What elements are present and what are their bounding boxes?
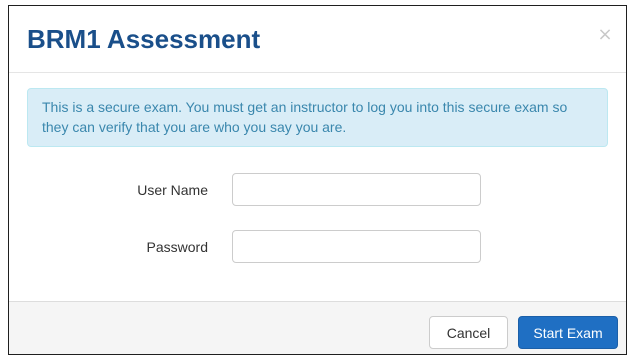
modal-title: BRM1 Assessment bbox=[27, 24, 261, 54]
close-icon[interactable]: × bbox=[596, 26, 614, 44]
modal-header: BRM1 Assessment × bbox=[9, 6, 626, 73]
secure-exam-alert: This is a secure exam. You must get an i… bbox=[27, 88, 608, 147]
cancel-button[interactable]: Cancel bbox=[429, 316, 508, 349]
username-label: User Name bbox=[137, 182, 208, 198]
modal-footer: Cancel Start Exam bbox=[9, 301, 626, 354]
password-row: Password bbox=[9, 230, 626, 264]
password-input[interactable] bbox=[232, 230, 481, 263]
username-input[interactable] bbox=[232, 173, 481, 206]
start-exam-button[interactable]: Start Exam bbox=[518, 316, 618, 349]
username-row: User Name bbox=[9, 173, 626, 207]
assessment-modal: BRM1 Assessment × This is a secure exam.… bbox=[8, 5, 627, 355]
password-label: Password bbox=[146, 239, 208, 255]
